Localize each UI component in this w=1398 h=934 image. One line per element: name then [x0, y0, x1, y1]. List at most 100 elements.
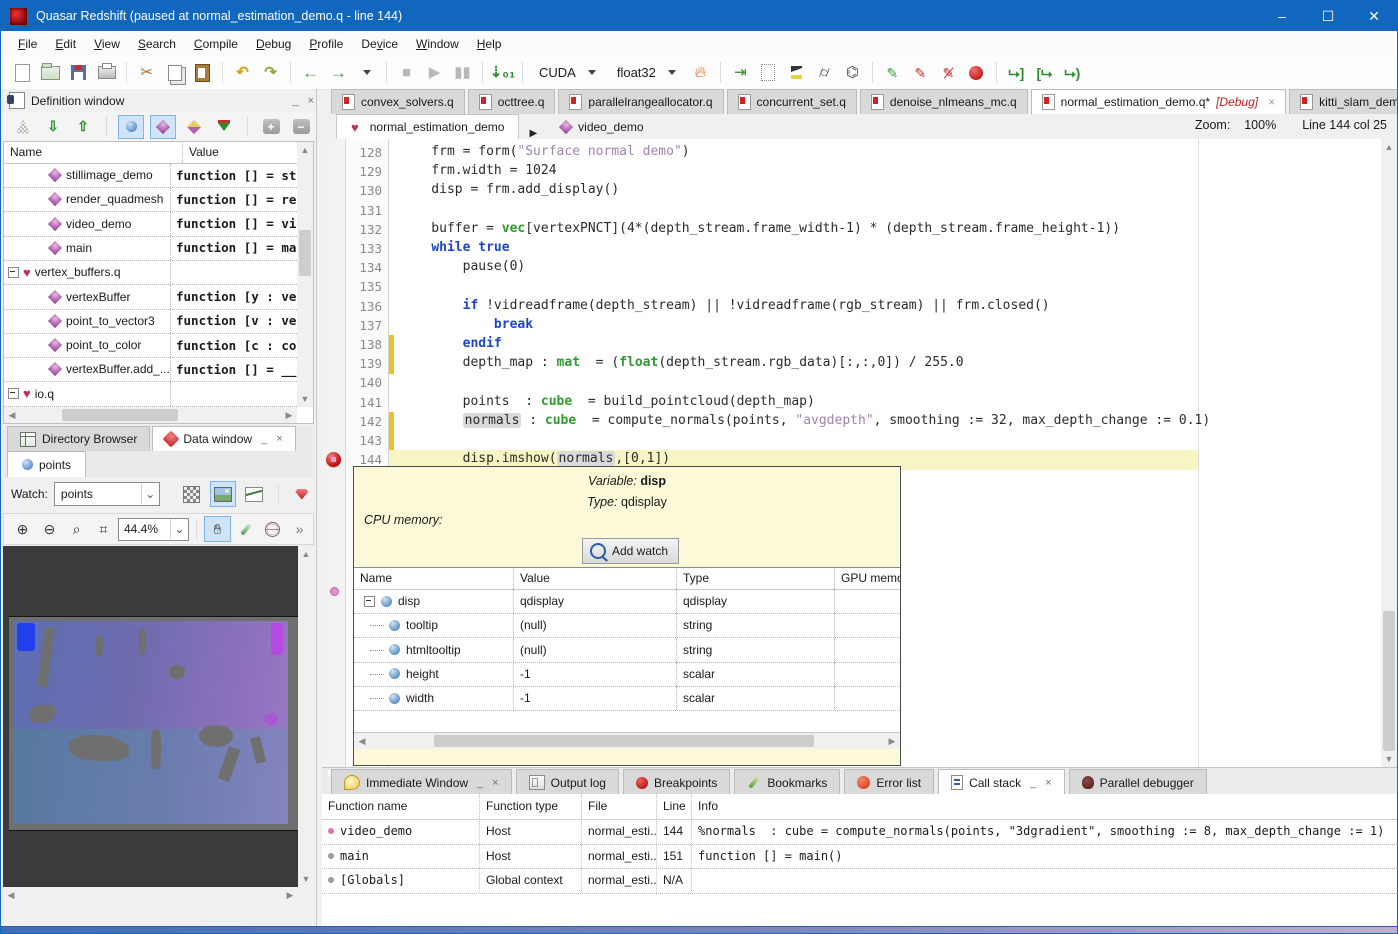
doc-tab-expander-icon[interactable]: ▶	[521, 128, 545, 139]
file-tab-kitti_slam_demo-q[interactable]: kitti_slam_demo.q	[1289, 89, 1397, 114]
column-header-function-type[interactable]: Function type	[480, 794, 582, 819]
tab-bookmarks[interactable]: Bookmarks	[734, 769, 841, 795]
scroll-right-icon[interactable]: ▶	[884, 733, 900, 749]
definition-row-io.q[interactable]: ♥ io.q	[4, 381, 297, 407]
definition-row-point_to_vector3[interactable]: point_to_vector3 function [v : vect	[4, 308, 297, 334]
definition-row-vertex_buffers.q[interactable]: ♥ vertex_buffers.q	[4, 260, 297, 286]
save-file-button[interactable]	[65, 60, 92, 86]
print-button[interactable]	[93, 60, 120, 86]
device-select[interactable]: CUDA	[529, 63, 606, 82]
menu-item-debug[interactable]: Debug	[247, 33, 300, 55]
clear-breakpoints-button[interactable]: ✎̸	[935, 60, 962, 86]
menu-item-device[interactable]: Device	[352, 33, 407, 55]
tab-parallel-debugger[interactable]: Parallel debugger	[1068, 769, 1207, 795]
column-header-function-name[interactable]: Function name	[322, 794, 480, 819]
code-line-135[interactable]: 135	[322, 277, 1381, 297]
code-line-129[interactable]: 129 frm.width = 1024	[322, 162, 1381, 182]
zoom-out-button[interactable]: ⊖	[37, 517, 62, 541]
scroll-down-icon[interactable]: ▼	[1381, 751, 1397, 767]
tab-call-stack[interactable]: Call stack _ ×	[938, 769, 1065, 795]
column-header-type[interactable]: Type	[677, 568, 835, 589]
code-line-133[interactable]: 133 while true	[322, 239, 1381, 259]
redo-button[interactable]: ↷	[257, 60, 284, 86]
file-tab-denoise_nlmeans_mc-q[interactable]: denoise_nlmeans_mc.q	[859, 89, 1028, 114]
pause-button[interactable]: ▮▮	[449, 60, 476, 86]
panel-minimize-button[interactable]: _	[292, 95, 298, 107]
tab-directory-browser[interactable]: Directory Browser	[7, 426, 151, 451]
menu-item-search[interactable]: Search	[129, 33, 185, 55]
insert-module-button[interactable]: ⇥	[727, 60, 754, 86]
file-tab-octtree-q[interactable]: octtree.q	[467, 89, 556, 114]
scroll-left-icon[interactable]: ◀	[3, 887, 19, 903]
code-line-131[interactable]: 131	[322, 201, 1381, 221]
code-line-140[interactable]: 140	[322, 373, 1381, 393]
code-line-137[interactable]: 137 break	[322, 316, 1381, 336]
definition-row-video_demo[interactable]: video_demo function [] = vide	[4, 211, 297, 237]
precision-select[interactable]: float32	[607, 63, 686, 82]
collapse-icon[interactable]	[364, 595, 375, 607]
find-in-files-button[interactable]: ⌬	[839, 60, 866, 86]
toggle-breakpoint-button[interactable]: ✎	[879, 60, 906, 86]
add-watch-button[interactable]: Add watch	[582, 538, 680, 564]
step-into-button[interactable]: ⮡]	[1003, 60, 1030, 86]
doc-tab-video_demo[interactable]: video_demo	[547, 115, 657, 139]
definition-row-render_quadmesh[interactable]: render_quadmesh function [] = rend	[4, 187, 297, 213]
close-button[interactable]: ✕	[1351, 1, 1397, 31]
open-file-button[interactable]	[37, 60, 64, 86]
panel-close-button[interactable]: ×	[492, 777, 498, 789]
viewer-hscrollbar[interactable]: ◀ ▶	[3, 887, 298, 905]
column-header-value[interactable]: Value	[183, 142, 297, 163]
bookmark-dot-icon[interactable]	[330, 587, 339, 596]
scroll-up-icon[interactable]: ▲	[298, 546, 314, 562]
menu-item-compile[interactable]: Compile	[185, 33, 247, 55]
transparency-grid-button[interactable]	[179, 482, 203, 506]
menu-item-file[interactable]: File	[9, 33, 46, 55]
goto-cursor-button[interactable]	[783, 60, 810, 86]
tooltip-row-disp[interactable]: disp qdisplay qdisplay	[354, 589, 900, 614]
collapse-icon[interactable]	[8, 266, 19, 278]
file-tab-concurrent_set-q[interactable]: concurrent_set.q	[726, 89, 857, 114]
definition-tree-vscrollbar[interactable]: ▲ ▼	[297, 142, 313, 407]
scroll-right-icon[interactable]: ▶	[281, 407, 297, 423]
tooltip-row-tooltip[interactable]: tooltip (null) string	[354, 613, 900, 639]
scroll-left-icon[interactable]: ◀	[354, 733, 370, 749]
code-line-141[interactable]: 141 points : cube = build_pointcloud(dep…	[322, 393, 1381, 413]
code-line-138[interactable]: 138 endif	[322, 335, 1381, 355]
panel-minimize-button[interactable]: _	[477, 777, 483, 789]
code-line-139[interactable]: 139 depth_map : mat = (float(depth_strea…	[322, 354, 1381, 375]
color-picker-button[interactable]	[233, 517, 258, 541]
copy-button[interactable]	[161, 60, 188, 86]
menu-item-help[interactable]: Help	[468, 33, 511, 55]
panel-minimize-button[interactable]: _	[1030, 777, 1036, 789]
panel-close-button[interactable]: ×	[276, 433, 282, 445]
scroll-up-icon[interactable]: ▲	[1381, 139, 1397, 155]
maximize-button[interactable]: ☐	[1305, 1, 1351, 31]
image-viewer-canvas[interactable]	[3, 546, 298, 887]
panel-close-button[interactable]: ×	[308, 95, 314, 107]
column-header-gpu-memory[interactable]: GPU memory	[835, 568, 900, 589]
editor-vscrollbar[interactable]: ▲ ▼	[1381, 139, 1397, 767]
definition-row-main[interactable]: main function [] = main	[4, 235, 297, 261]
image-view-button[interactable]	[209, 481, 237, 507]
call-stack-row-Globals[interactable]: [Globals] Global context normal_esti... N/A	[322, 868, 1397, 894]
file-tab-convex_solvers-q[interactable]: convex_solvers.q	[331, 89, 465, 114]
navigate-history-dropdown[interactable]	[353, 60, 380, 86]
definition-tree-hscrollbar[interactable]: ◀ ▶	[4, 407, 297, 423]
plot-view-button[interactable]	[242, 482, 266, 506]
file-tab-parallelrangeallocator-q[interactable]: parallelrangeallocator.q	[558, 89, 724, 114]
scroll-up-icon[interactable]: ▲	[297, 142, 313, 158]
find-button[interactable]: ⌭	[811, 60, 838, 86]
filter-funnel-button[interactable]	[212, 116, 236, 138]
code-line-136[interactable]: 136 if !vidreadframe(depth_stream) || !v…	[322, 297, 1381, 317]
tab-error-list[interactable]: Error list	[844, 769, 935, 795]
close-icon[interactable]: ×	[1268, 95, 1275, 109]
dotted-page-button[interactable]	[755, 60, 782, 86]
column-header-file[interactable]: File	[582, 794, 657, 819]
filter-hatch-button[interactable]	[11, 116, 35, 138]
scroll-down-icon[interactable]: ▼	[297, 391, 313, 407]
show-functions-toggle[interactable]	[150, 114, 176, 139]
navigate-forward-button[interactable]: →	[325, 60, 352, 86]
column-header-line[interactable]: Line	[657, 794, 692, 819]
navigate-back-button[interactable]: ←	[297, 60, 324, 86]
definition-row-vertexBuffer.add_...[interactable]: vertexBuffer.add_... function [] = __de	[4, 357, 297, 383]
